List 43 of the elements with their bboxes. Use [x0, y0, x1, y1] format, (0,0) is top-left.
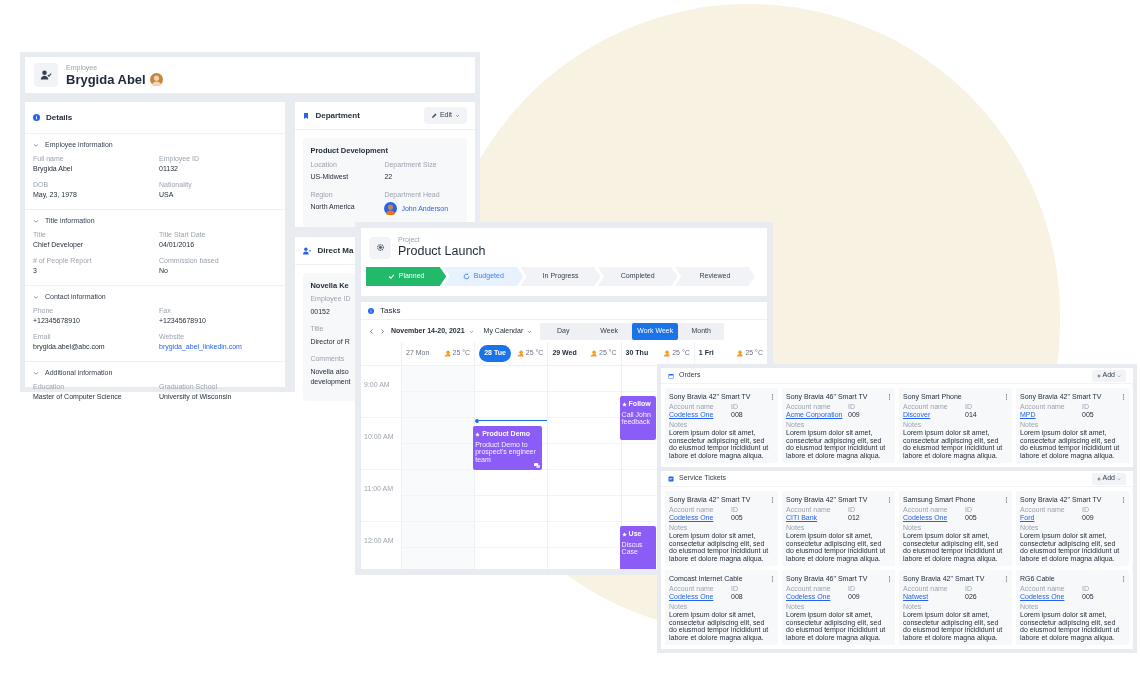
ticket-icon	[668, 475, 674, 482]
more-icon[interactable]	[1005, 575, 1008, 582]
user-check-icon	[40, 69, 52, 81]
more-icon[interactable]	[1122, 575, 1125, 582]
more-icon[interactable]	[771, 575, 774, 582]
star-icon	[621, 401, 627, 407]
caret-down-icon	[455, 113, 460, 118]
more-icon[interactable]	[888, 575, 891, 582]
pencil-icon	[430, 112, 437, 119]
more-icon[interactable]	[1005, 393, 1008, 400]
gear-icon	[375, 243, 385, 252]
panel-title: Tasks	[380, 304, 401, 317]
info-icon	[368, 307, 374, 314]
info-icon	[33, 114, 40, 121]
more-icon[interactable]	[888, 496, 891, 503]
panel-title: Direct Ma	[317, 244, 354, 257]
caret-down-icon[interactable]	[33, 218, 39, 224]
star-icon	[621, 531, 627, 537]
next-icon[interactable]	[380, 328, 385, 334]
more-icon[interactable]	[771, 393, 774, 400]
caret-down-icon[interactable]	[33, 370, 39, 376]
spinner-icon	[462, 273, 470, 280]
more-icon[interactable]	[1005, 496, 1008, 503]
avatar	[149, 72, 163, 86]
more-icon[interactable]	[1122, 496, 1125, 503]
calendar-icon	[668, 372, 674, 379]
panel-title: Details	[46, 111, 73, 124]
star-icon	[475, 431, 481, 437]
person-icon	[303, 246, 312, 255]
caret-down-icon[interactable]	[33, 294, 39, 300]
caret-down-icon	[527, 328, 533, 334]
check-icon	[387, 273, 395, 280]
employee-name: Brygida Abel	[66, 71, 146, 87]
caret-down-icon	[468, 328, 474, 334]
previous-icon[interactable]	[369, 328, 374, 334]
more-icon[interactable]	[888, 393, 891, 400]
panel-title: Department	[315, 109, 361, 122]
more-icon[interactable]	[1122, 393, 1125, 400]
more-icon[interactable]	[771, 496, 774, 503]
bookmark-icon	[303, 111, 310, 120]
avatar	[384, 202, 398, 216]
caret-down-icon[interactable]	[33, 142, 39, 148]
project-name: Product Launch	[398, 244, 486, 259]
